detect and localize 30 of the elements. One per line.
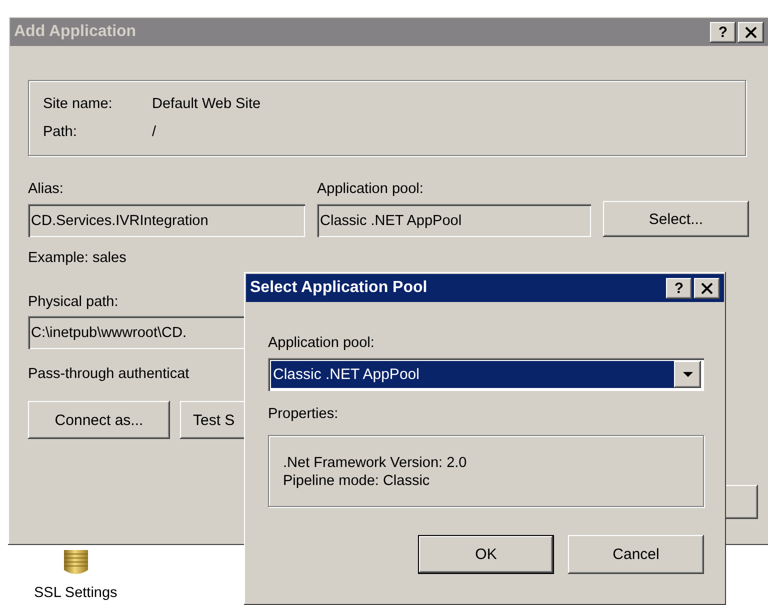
field-label: Physical path: bbox=[28, 293, 118, 311]
path-value: / bbox=[152, 123, 158, 141]
property-text: .Net Framework Version: 2.0 bbox=[283, 454, 467, 472]
close-button[interactable] bbox=[738, 22, 764, 42]
dropdown-arrow-icon bbox=[682, 372, 692, 378]
field-label: Alias: bbox=[28, 180, 64, 198]
site-name-value: Default Web Site bbox=[152, 95, 262, 113]
selected-option: Classic .NET AppPool bbox=[271, 361, 674, 388]
dialog-button[interactable]: Connect as... bbox=[28, 401, 170, 439]
close-icon bbox=[745, 26, 757, 38]
cancel-button[interactable]: Cancel bbox=[568, 535, 704, 574]
property-text: Pipeline mode: Classic bbox=[283, 472, 430, 490]
icon-label: SSL Settings bbox=[34, 584, 118, 602]
example-hint: Example: sales bbox=[28, 249, 126, 267]
help-button[interactable]: ? bbox=[710, 22, 736, 42]
help-button[interactable]: ? bbox=[666, 278, 692, 298]
field-label: Path: bbox=[43, 123, 78, 141]
window-title: Add Application bbox=[14, 23, 136, 41]
application-pool-dropdown[interactable]: Classic .NET AppPool bbox=[268, 358, 704, 391]
field-label: Site name: bbox=[43, 95, 114, 113]
application-pool-field[interactable]: Classic .NET AppPool bbox=[317, 204, 591, 237]
pass-through-label: Pass-through authenticat bbox=[28, 365, 190, 383]
window-title: Select Application Pool bbox=[250, 279, 428, 297]
alias-field[interactable]: CD.Services.IVRIntegration bbox=[28, 204, 305, 237]
dropdown-button[interactable] bbox=[674, 361, 701, 388]
field-label: Application pool: bbox=[317, 180, 424, 198]
close-button[interactable] bbox=[694, 278, 720, 298]
close-icon bbox=[701, 282, 713, 294]
ok-button[interactable]: OK bbox=[418, 535, 554, 574]
select-button[interactable]: Select... bbox=[603, 201, 749, 237]
